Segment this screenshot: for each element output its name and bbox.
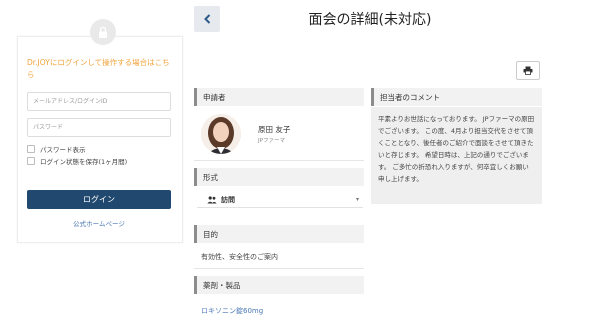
show-password-label: パスワード表示 [40, 146, 86, 154]
avatar [201, 114, 241, 154]
chevron-down-icon: ▾ [355, 196, 359, 203]
show-password-option[interactable]: パスワード表示 [27, 144, 86, 154]
lock-icon [90, 19, 116, 45]
purpose-text: 有効性、安全性のご案内 [201, 253, 278, 261]
remember-login-option[interactable]: ログイン状態を保存(1ヶ月間) [27, 156, 127, 166]
remember-login-checkbox[interactable] [27, 157, 35, 165]
login-heading: Dr.JOYにログインして操作する場合はこちら [27, 58, 170, 79]
people-icon [207, 196, 217, 204]
purpose-section-header: 目的 [194, 225, 364, 243]
applicant-name: 原田 友子 [258, 125, 291, 134]
back-button[interactable] [194, 6, 220, 32]
show-password-checkbox[interactable] [27, 145, 35, 153]
print-button[interactable] [516, 61, 540, 80]
password-field[interactable] [27, 118, 171, 137]
login-button[interactable]: ログイン [27, 190, 171, 209]
divider [194, 268, 364, 269]
format-selected-value: 訪問 [221, 196, 235, 204]
applicant-company: JPファーマ [258, 138, 285, 144]
format-section-header: 形式 [194, 168, 364, 186]
products-section-header: 薬剤・製品 [194, 276, 364, 294]
divider [194, 160, 364, 161]
format-select[interactable]: 訪問 ▾ [197, 193, 363, 208]
official-homepage-link[interactable]: 公式ホームページ [27, 218, 171, 228]
product-link[interactable]: ロキソニン錠60mg [201, 306, 263, 316]
applicant-section-header: 申請者 [194, 88, 364, 106]
comment-box: 平素よりお世話になっております。 JPファーマの原田でございます。 この度、4月… [371, 107, 542, 204]
comment-section-header: 担当者のコメント [371, 88, 542, 106]
page-title: 面会の詳細(未対応) [308, 12, 432, 28]
chevron-left-icon [203, 14, 210, 24]
printer-icon [523, 66, 533, 75]
email-field[interactable] [27, 92, 171, 111]
remember-login-label: ログイン状態を保存(1ヶ月間) [40, 158, 128, 166]
